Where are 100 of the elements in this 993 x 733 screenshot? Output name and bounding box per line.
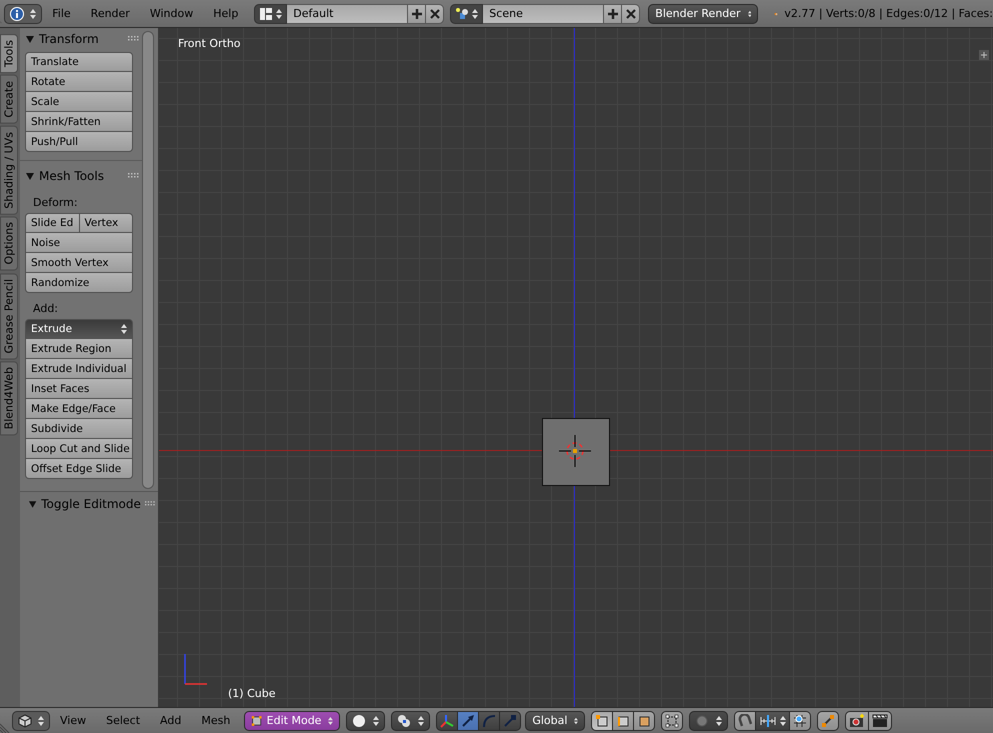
menu-item[interactable]: Mesh (191, 714, 240, 727)
sidebar-tab[interactable]: Create (0, 75, 18, 124)
cube-vertex-icon (595, 714, 610, 728)
sidebar-tab[interactable]: Options (0, 216, 18, 271)
menu-item[interactable]: Select (96, 714, 150, 727)
tool-button[interactable]: Push/Pull (25, 132, 133, 152)
info-icon (10, 6, 24, 20)
cube-icon (18, 714, 32, 728)
plus-icon[interactable] (979, 50, 989, 60)
disclosure-triangle-icon[interactable] (28, 499, 38, 509)
up-down-arrows-icon (328, 714, 334, 726)
snap-toggle[interactable] (734, 710, 756, 730)
up-down-arrows-icon (418, 714, 424, 726)
scene-type-button[interactable] (450, 4, 484, 24)
panel-title[interactable]: Mesh Tools (39, 169, 124, 183)
up-down-arrows-icon (276, 8, 282, 20)
menu-item[interactable]: Help (203, 7, 248, 20)
proportional-edit-dropdown[interactable] (689, 710, 728, 730)
sidebar-tab[interactable]: Tools (0, 34, 18, 74)
menu-item[interactable]: File (42, 7, 81, 20)
tool-button[interactable]: Scale (25, 92, 133, 112)
tool-button[interactable]: Slide Ed (25, 213, 80, 233)
pivot-dropdown[interactable] (391, 710, 430, 730)
render-animation-button[interactable] (869, 710, 892, 730)
extrude-dropdown[interactable]: Extrude (25, 319, 133, 339)
snap-element-dropdown[interactable] (756, 710, 790, 730)
layout-name-field[interactable]: Default (287, 4, 408, 24)
view-label: Front Ortho (178, 37, 241, 50)
menu-item[interactable]: Add (150, 714, 192, 727)
camera-icon (849, 714, 866, 728)
orientation-dropdown[interactable]: Global (525, 710, 586, 730)
render-engine-dropdown[interactable]: Blender Render (648, 4, 758, 24)
tool-button[interactable]: Translate (25, 52, 133, 72)
tool-button[interactable]: Offset Edge Slide (25, 459, 133, 479)
edge-select-button[interactable] (613, 710, 634, 730)
tool-button[interactable]: Make Edge/Face (25, 399, 133, 419)
up-down-arrows-icon (30, 8, 36, 20)
cube-mesh[interactable] (542, 418, 610, 486)
tool-button[interactable]: Smooth Vertex (25, 253, 133, 273)
translate-manipulator-button[interactable] (458, 710, 480, 730)
increment-icon (759, 714, 778, 728)
layout-type-button[interactable] (254, 4, 288, 24)
sphere-icon (352, 714, 366, 728)
up-down-arrows-icon (716, 714, 722, 726)
layout-icon (259, 6, 274, 20)
occlude-toggle[interactable] (661, 710, 684, 730)
tool-button[interactable]: Subdivide (25, 419, 133, 439)
menu-item[interactable]: Window (140, 7, 204, 20)
menu-item[interactable]: View (50, 714, 96, 727)
manipulator-toggle[interactable] (436, 710, 458, 730)
up-down-arrows-icon (780, 714, 786, 726)
disclosure-triangle-icon[interactable] (25, 171, 35, 181)
tool-button[interactable]: Loop Cut and Slide (25, 439, 133, 459)
sidebar-tab[interactable]: Shading / UVs (0, 126, 18, 214)
add-button[interactable] (604, 4, 622, 24)
tool-button[interactable]: Extrude Individual (25, 359, 133, 379)
edit-mesh-icon (251, 714, 263, 728)
3d-viewport[interactable]: Front Ortho (1) Cube (159, 28, 993, 707)
section-label: Deform: (32, 195, 79, 211)
vertex-select-button[interactable] (591, 710, 614, 730)
tool-button[interactable]: Noise (25, 233, 133, 253)
cube-face-icon (637, 714, 652, 728)
scale-manipulator-button[interactable] (500, 710, 522, 730)
render-still-button[interactable] (845, 710, 870, 730)
editor-type-button[interactable] (12, 710, 50, 730)
copy-layout-button[interactable] (817, 710, 840, 730)
rotate-manipulator-button[interactable] (479, 710, 500, 730)
object-label: (1) Cube (228, 687, 276, 700)
menu-item[interactable]: Render (80, 7, 140, 20)
snap-target-button[interactable] (790, 710, 812, 730)
close-icon (428, 8, 441, 20)
scene-name-field[interactable]: Scene (483, 4, 604, 24)
sidebar-tab[interactable]: Grease Pencil (0, 272, 18, 360)
face-select-button[interactable] (634, 710, 656, 730)
tool-button[interactable]: Inset Faces (25, 379, 133, 399)
tool-button[interactable]: Rotate (25, 72, 133, 92)
sidebar-tab[interactable]: Blend4Web (0, 361, 18, 436)
tool-button[interactable]: Vertex (80, 213, 133, 233)
cube-edge-icon (616, 714, 630, 728)
tool-button[interactable]: Randomize (25, 273, 133, 293)
scale-handle-icon (503, 714, 518, 728)
mode-dropdown[interactable]: Edit Mode (244, 710, 340, 730)
scene-statistics: v2.77 | Verts:0/8 | Edges:0/12 | Faces: (784, 7, 993, 20)
editor-type-button[interactable] (4, 4, 42, 24)
drag-grip-icon[interactable] (128, 173, 140, 179)
close-button[interactable] (426, 4, 444, 24)
scrollbar-thumb[interactable] (142, 31, 154, 489)
panel-title[interactable]: Transform (39, 32, 124, 46)
close-button[interactable] (622, 4, 640, 24)
tool-button[interactable]: Shrink/Fatten (25, 112, 133, 132)
disclosure-triangle-icon[interactable] (25, 34, 35, 44)
drag-grip-icon[interactable] (144, 501, 156, 507)
up-down-arrows-icon (121, 323, 127, 335)
drag-grip-icon[interactable] (128, 36, 140, 42)
shading-dropdown[interactable] (346, 710, 386, 730)
add-button[interactable] (408, 4, 426, 24)
clapperboard-icon (872, 714, 888, 728)
panel-title[interactable]: Toggle Editmode (41, 497, 141, 511)
circle-icon (695, 714, 710, 728)
tool-button[interactable]: Extrude Region (25, 339, 133, 359)
